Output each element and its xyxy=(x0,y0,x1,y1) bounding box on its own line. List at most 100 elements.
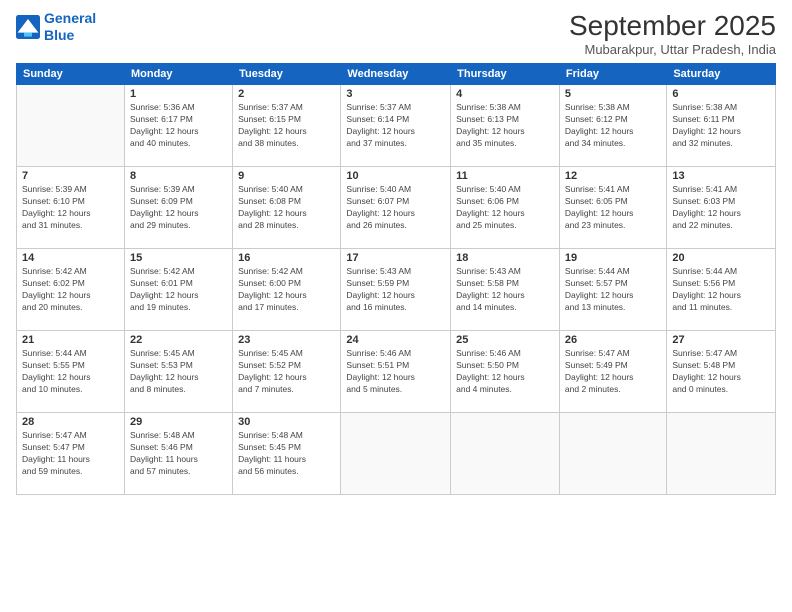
day-number: 13 xyxy=(672,170,770,182)
day-number: 4 xyxy=(456,88,554,100)
header-sunday: Sunday xyxy=(17,64,125,85)
calendar-week-row: 7 Sunrise: 5:39 AMSunset: 6:10 PMDaylight… xyxy=(17,167,776,249)
table-row: 16Sunrise: 5:42 AMSunset: 6:00 PMDayligh… xyxy=(233,249,341,331)
table-row: 27 Sunrise: 5:47 AMSunset: 5:48 PMDayligh… xyxy=(667,331,776,413)
table-row: 7 Sunrise: 5:39 AMSunset: 6:10 PMDaylight… xyxy=(17,167,125,249)
table-row: 3 Sunrise: 5:37 AMSunset: 6:14 PMDaylight… xyxy=(341,85,451,167)
day-info: Sunrise: 5:39 AMSunset: 6:10 PMDaylight:… xyxy=(22,184,119,232)
table-row: 5 Sunrise: 5:38 AMSunset: 6:12 PMDaylight… xyxy=(559,85,666,167)
day-info: Sunrise: 5:48 AMSunset: 5:46 PMDaylight:… xyxy=(130,430,227,478)
day-number: 25 xyxy=(456,334,554,346)
month-title: September 2025 xyxy=(569,10,776,42)
day-info: Sunrise: 5:47 AMSunset: 5:49 PMDaylight:… xyxy=(565,348,661,396)
day-info: Sunrise: 5:43 AMSunset: 5:59 PMDaylight:… xyxy=(346,266,445,314)
day-info: Sunrise: 5:41 AMSunset: 6:03 PMDaylight:… xyxy=(672,184,770,232)
table-row: 8Sunrise: 5:39 AMSunset: 6:09 PMDaylight… xyxy=(124,167,232,249)
day-info: Sunrise: 5:38 AMSunset: 6:12 PMDaylight:… xyxy=(565,102,661,150)
table-row: 22 Sunrise: 5:45 AMSunset: 5:53 PMDayligh… xyxy=(124,331,232,413)
table-row: 28 Sunrise: 5:47 AMSunset: 5:47 PMDayligh… xyxy=(17,413,125,495)
day-number: 20 xyxy=(672,252,770,264)
day-info: Sunrise: 5:40 AMSunset: 6:08 PMDaylight:… xyxy=(238,184,335,232)
header-thursday: Thursday xyxy=(451,64,560,85)
table-row: 6Sunrise: 5:38 AMSunset: 6:11 PMDaylight… xyxy=(667,85,776,167)
day-info: Sunrise: 5:43 AMSunset: 5:58 PMDaylight:… xyxy=(456,266,554,314)
day-info: Sunrise: 5:47 AMSunset: 5:48 PMDaylight:… xyxy=(672,348,770,396)
header-saturday: Saturday xyxy=(667,64,776,85)
table-row: 13 Sunrise: 5:41 AMSunset: 6:03 PMDayligh… xyxy=(667,167,776,249)
day-info: Sunrise: 5:36 AMSunset: 6:17 PMDaylight:… xyxy=(130,102,227,150)
day-number: 12 xyxy=(565,170,661,182)
location-subtitle: Mubarakpur, Uttar Pradesh, India xyxy=(569,42,776,57)
header-wednesday: Wednesday xyxy=(341,64,451,85)
day-number: 15 xyxy=(130,252,227,264)
day-info: Sunrise: 5:38 AMSunset: 6:11 PMDaylight:… xyxy=(672,102,770,150)
table-row: 14 Sunrise: 5:42 AMSunset: 6:02 PMDayligh… xyxy=(17,249,125,331)
table-row xyxy=(451,413,560,495)
day-number: 10 xyxy=(346,170,445,182)
table-row: 2 Sunrise: 5:37 AMSunset: 6:15 PMDaylight… xyxy=(233,85,341,167)
table-row: 10 Sunrise: 5:40 AMSunset: 6:07 PMDayligh… xyxy=(341,167,451,249)
day-number: 14 xyxy=(22,252,119,264)
day-info: Sunrise: 5:41 AMSunset: 6:05 PMDaylight:… xyxy=(565,184,661,232)
day-number: 19 xyxy=(565,252,661,264)
day-number: 7 xyxy=(22,170,119,182)
table-row: 26Sunrise: 5:47 AMSunset: 5:49 PMDayligh… xyxy=(559,331,666,413)
day-number: 11 xyxy=(456,170,554,182)
day-number: 3 xyxy=(346,88,445,100)
day-info: Sunrise: 5:44 AMSunset: 5:56 PMDaylight:… xyxy=(672,266,770,314)
title-block: September 2025 Mubarakpur, Uttar Pradesh… xyxy=(569,10,776,57)
day-number: 27 xyxy=(672,334,770,346)
day-number: 21 xyxy=(22,334,119,346)
day-number: 5 xyxy=(565,88,661,100)
calendar-week-row: 1 Sunrise: 5:36 AMSunset: 6:17 PMDaylight… xyxy=(17,85,776,167)
table-row xyxy=(341,413,451,495)
calendar-week-row: 21 Sunrise: 5:44 AMSunset: 5:55 PMDayligh… xyxy=(17,331,776,413)
day-info: Sunrise: 5:45 AMSunset: 5:52 PMDaylight:… xyxy=(238,348,335,396)
table-row: 21 Sunrise: 5:44 AMSunset: 5:55 PMDayligh… xyxy=(17,331,125,413)
table-row: 1 Sunrise: 5:36 AMSunset: 6:17 PMDaylight… xyxy=(124,85,232,167)
day-number: 2 xyxy=(238,88,335,100)
table-row: 4 Sunrise: 5:38 AMSunset: 6:13 PMDaylight… xyxy=(451,85,560,167)
calendar-week-row: 14 Sunrise: 5:42 AMSunset: 6:02 PMDayligh… xyxy=(17,249,776,331)
calendar-week-row: 28 Sunrise: 5:47 AMSunset: 5:47 PMDayligh… xyxy=(17,413,776,495)
day-number: 17 xyxy=(346,252,445,264)
day-info: Sunrise: 5:42 AMSunset: 6:01 PMDaylight:… xyxy=(130,266,227,314)
day-info: Sunrise: 5:40 AMSunset: 6:06 PMDaylight:… xyxy=(456,184,554,232)
day-info: Sunrise: 5:46 AMSunset: 5:50 PMDaylight:… xyxy=(456,348,554,396)
day-info: Sunrise: 5:37 AMSunset: 6:15 PMDaylight:… xyxy=(238,102,335,150)
logo-icon xyxy=(16,15,40,39)
day-number: 1 xyxy=(130,88,227,100)
table-row: 18Sunrise: 5:43 AMSunset: 5:58 PMDayligh… xyxy=(451,249,560,331)
header-friday: Friday xyxy=(559,64,666,85)
table-row: 9Sunrise: 5:40 AMSunset: 6:08 PMDaylight… xyxy=(233,167,341,249)
day-info: Sunrise: 5:44 AMSunset: 5:55 PMDaylight:… xyxy=(22,348,119,396)
day-info: Sunrise: 5:45 AMSunset: 5:53 PMDaylight:… xyxy=(130,348,227,396)
day-number: 29 xyxy=(130,416,227,428)
calendar-table: Sunday Monday Tuesday Wednesday Thursday… xyxy=(16,63,776,495)
table-row: 11 Sunrise: 5:40 AMSunset: 6:06 PMDayligh… xyxy=(451,167,560,249)
day-info: Sunrise: 5:47 AMSunset: 5:47 PMDaylight:… xyxy=(22,430,119,478)
page-header: General Blue September 2025 Mubarakpur, … xyxy=(16,10,776,57)
table-row: 17 Sunrise: 5:43 AMSunset: 5:59 PMDayligh… xyxy=(341,249,451,331)
logo-text: General Blue xyxy=(44,10,96,44)
table-row xyxy=(17,85,125,167)
day-info: Sunrise: 5:42 AMSunset: 6:00 PMDaylight:… xyxy=(238,266,335,314)
table-row: 30Sunrise: 5:48 AMSunset: 5:45 PMDayligh… xyxy=(233,413,341,495)
table-row xyxy=(667,413,776,495)
day-info: Sunrise: 5:40 AMSunset: 6:07 PMDaylight:… xyxy=(346,184,445,232)
day-info: Sunrise: 5:42 AMSunset: 6:02 PMDaylight:… xyxy=(22,266,119,314)
day-info: Sunrise: 5:44 AMSunset: 5:57 PMDaylight:… xyxy=(565,266,661,314)
header-tuesday: Tuesday xyxy=(233,64,341,85)
table-row xyxy=(559,413,666,495)
day-number: 28 xyxy=(22,416,119,428)
day-info: Sunrise: 5:38 AMSunset: 6:13 PMDaylight:… xyxy=(456,102,554,150)
table-row: 25 Sunrise: 5:46 AMSunset: 5:50 PMDayligh… xyxy=(451,331,560,413)
day-number: 23 xyxy=(238,334,335,346)
day-info: Sunrise: 5:46 AMSunset: 5:51 PMDaylight:… xyxy=(346,348,445,396)
day-info: Sunrise: 5:37 AMSunset: 6:14 PMDaylight:… xyxy=(346,102,445,150)
day-number: 22 xyxy=(130,334,227,346)
day-number: 24 xyxy=(346,334,445,346)
table-row: 24 Sunrise: 5:46 AMSunset: 5:51 PMDayligh… xyxy=(341,331,451,413)
table-row: 12 Sunrise: 5:41 AMSunset: 6:05 PMDayligh… xyxy=(559,167,666,249)
header-monday: Monday xyxy=(124,64,232,85)
